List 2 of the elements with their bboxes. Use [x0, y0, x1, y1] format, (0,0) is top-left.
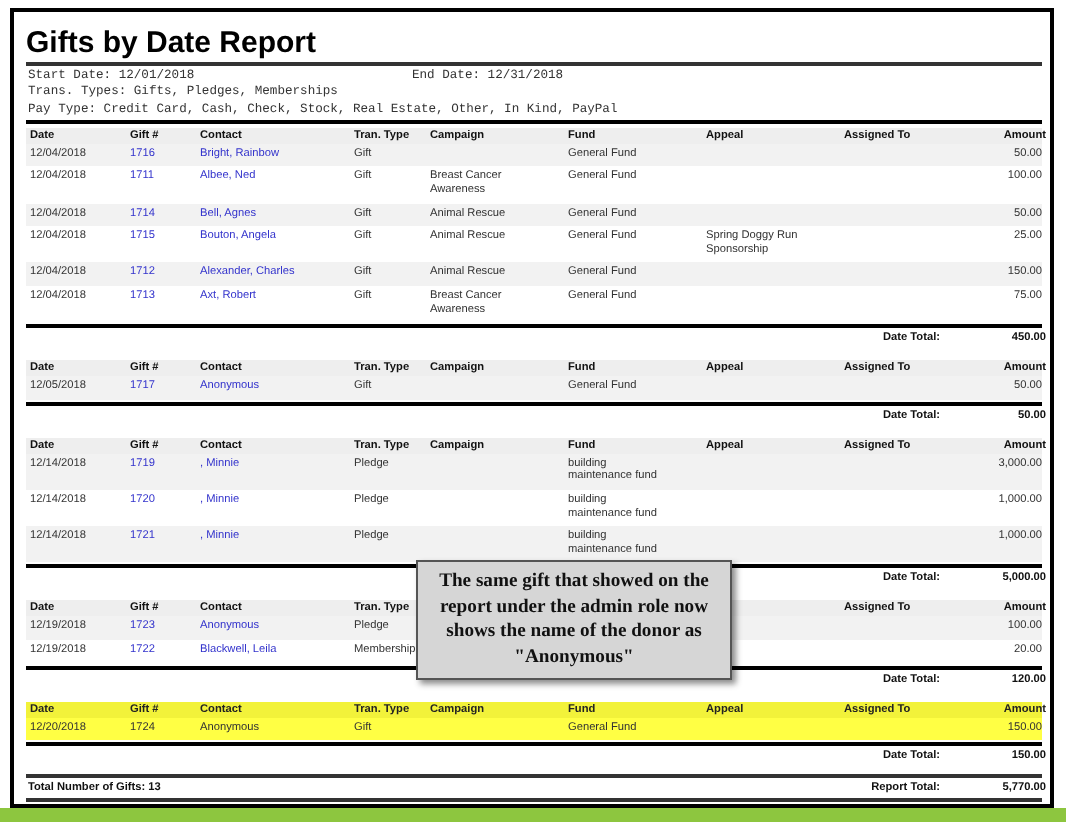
callout-note: The same gift that showed on the report under the admin role now shows the name of the donor as "Anonymous": [416, 560, 732, 680]
report-title: Gifts by Date Report: [26, 26, 1042, 66]
